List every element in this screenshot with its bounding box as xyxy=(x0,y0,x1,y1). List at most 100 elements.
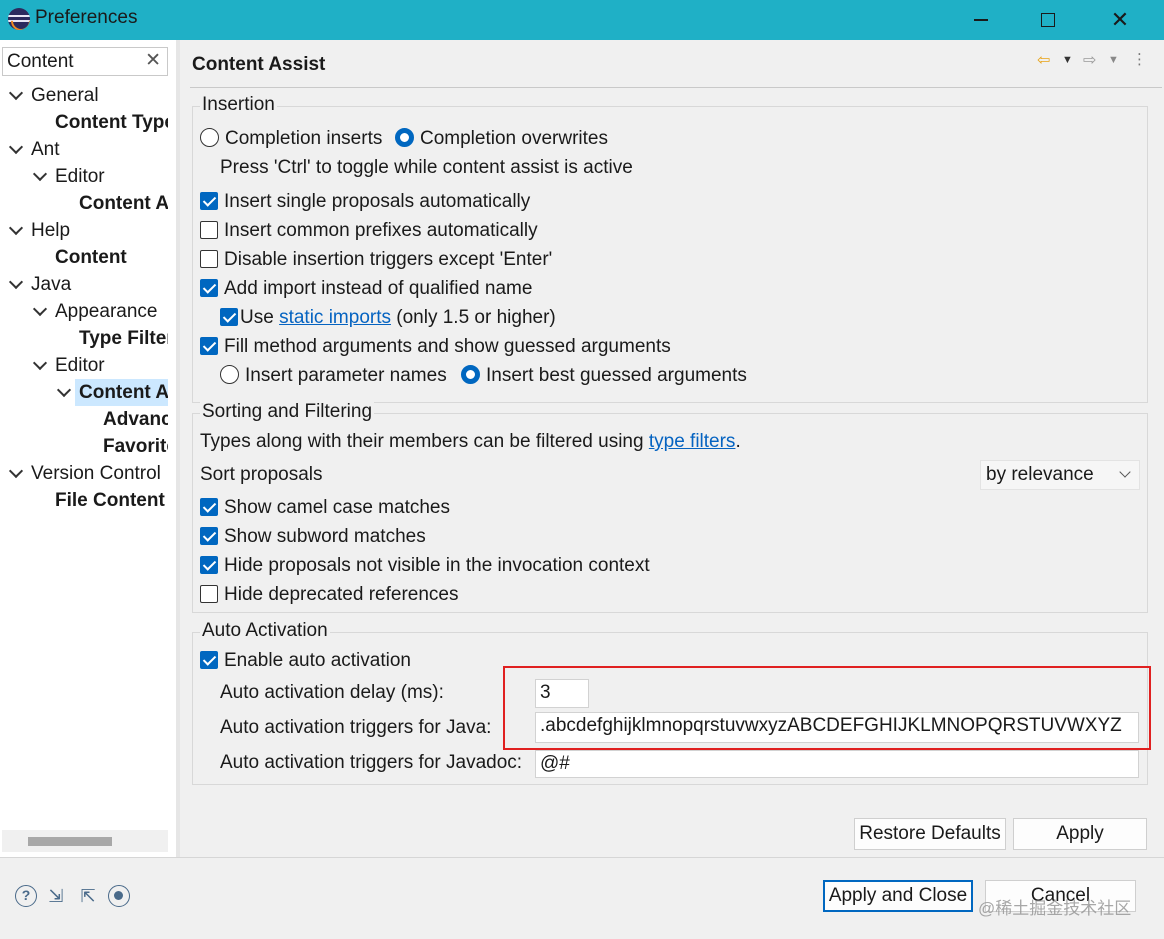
chevron-down-icon xyxy=(32,166,48,182)
clear-filter-icon[interactable]: ✕ xyxy=(145,49,161,72)
insert-single-proposals-checkbox[interactable]: Insert single proposals automatically xyxy=(200,189,530,215)
chevron-down-icon xyxy=(32,355,48,371)
tree-item-ant-content-assist[interactable]: Content Assist xyxy=(0,190,168,217)
apply-and-close-button[interactable]: Apply and Close xyxy=(823,880,973,912)
auto-activation-group-label: Auto Activation xyxy=(200,620,330,642)
insertion-group-label: Insertion xyxy=(200,94,277,116)
checkbox-unchecked-icon xyxy=(200,250,218,268)
radio-selected-icon xyxy=(461,365,480,384)
tree-horizontal-scrollbar[interactable] xyxy=(2,830,168,852)
sorting-group-label: Sorting and Filtering xyxy=(200,401,375,423)
checkbox-checked-icon xyxy=(200,498,218,516)
chevron-down-icon xyxy=(8,85,24,101)
radio-icon xyxy=(200,128,219,147)
sort-proposals-select[interactable]: by relevance xyxy=(980,460,1140,490)
chevron-down-icon xyxy=(56,382,72,398)
tree-item-type-filters[interactable]: Type Filters xyxy=(0,325,168,352)
close-button[interactable]: ✕ xyxy=(1092,0,1148,40)
disable-insertion-triggers-checkbox[interactable]: Disable insertion triggers except 'Enter… xyxy=(200,247,552,273)
highlight-annotation-box xyxy=(503,666,1151,750)
preference-tree-panel: Content ✕ General Content Types Ant Edit… xyxy=(0,40,176,857)
record-icon[interactable] xyxy=(108,885,130,907)
checkbox-checked-icon xyxy=(200,192,218,210)
tree-item-help[interactable]: Help xyxy=(0,217,176,244)
restore-defaults-button[interactable]: Restore Defaults xyxy=(854,818,1006,850)
javadoc-triggers-input[interactable]: @# xyxy=(535,750,1139,778)
tree-item-general[interactable]: General xyxy=(0,82,176,109)
use-static-imports-checkbox[interactable]: Use static imports (only 1.5 or higher) xyxy=(220,305,556,331)
checkbox-unchecked-icon xyxy=(200,585,218,603)
forward-arrow-icon[interactable]: ⇨ xyxy=(1083,50,1096,70)
tree-item-file-content[interactable]: File Content xyxy=(0,487,176,514)
filter-input[interactable]: Content ✕ xyxy=(2,47,168,76)
checkbox-unchecked-icon xyxy=(200,221,218,239)
chevron-down-icon xyxy=(32,301,48,317)
tree-item-ant[interactable]: Ant xyxy=(0,136,176,163)
page-title: Content Assist xyxy=(192,54,326,75)
tree-item-java-content-assist[interactable]: Content Assist xyxy=(0,379,168,406)
sort-proposals-label: Sort proposals xyxy=(200,464,323,485)
insert-best-guessed-radio[interactable]: Insert best guessed arguments xyxy=(461,363,747,389)
export-icon[interactable]: ⇱ xyxy=(77,885,99,907)
type-filters-link[interactable]: type filters xyxy=(649,431,736,452)
minimize-button[interactable] xyxy=(953,0,1009,40)
tree-item-favorites[interactable]: Favorites xyxy=(0,433,168,460)
view-menu-icon[interactable]: ⋮ xyxy=(1132,50,1147,68)
scrollbar-thumb[interactable] xyxy=(28,837,112,846)
eclipse-logo-icon xyxy=(8,8,30,30)
title-bar: Preferences ✕ xyxy=(0,0,1164,40)
tree-item-ant-editor[interactable]: Editor xyxy=(0,163,176,190)
java-triggers-label: Auto activation triggers for Java: xyxy=(220,717,492,738)
apply-button[interactable]: Apply xyxy=(1013,818,1147,850)
title-separator xyxy=(190,87,1162,88)
tree-item-java-appearance[interactable]: Appearance xyxy=(0,298,176,325)
checkbox-checked-icon xyxy=(200,527,218,545)
help-icon[interactable]: ? xyxy=(15,885,37,907)
type-filters-text: Types along with their members can be fi… xyxy=(200,431,741,452)
filter-input-value: Content xyxy=(7,51,74,72)
window-title: Preferences xyxy=(35,7,138,28)
chevron-down-icon xyxy=(8,463,24,479)
insert-common-prefixes-checkbox[interactable]: Insert common prefixes automatically xyxy=(200,218,538,244)
toggle-hint: Press 'Ctrl' to toggle while content ass… xyxy=(220,157,633,178)
hide-not-visible-checkbox[interactable]: Hide proposals not visible in the invoca… xyxy=(200,553,650,579)
back-history-dropdown-icon[interactable]: ▼ xyxy=(1062,54,1073,66)
static-imports-link[interactable]: static imports xyxy=(279,307,391,328)
chevron-down-icon xyxy=(8,274,24,290)
show-subword-checkbox[interactable]: Show subword matches xyxy=(200,524,426,550)
preference-page: Content Assist ⇦ ▼ ⇨ ▼ ⋮ Insertion Compl… xyxy=(180,40,1164,857)
forward-history-dropdown-icon[interactable]: ▼ xyxy=(1108,54,1119,66)
insert-parameter-names-radio[interactable]: Insert parameter names xyxy=(220,363,447,389)
completion-overwrites-radio[interactable]: Completion overwrites xyxy=(395,126,608,152)
tree-item-java-editor[interactable]: Editor xyxy=(0,352,176,379)
chevron-down-icon xyxy=(8,220,24,236)
maximize-button[interactable] xyxy=(1020,0,1076,40)
back-arrow-icon[interactable]: ⇦ xyxy=(1037,50,1050,70)
chevron-down-icon xyxy=(1119,466,1131,478)
hide-deprecated-checkbox[interactable]: Hide deprecated references xyxy=(200,582,458,608)
tree-item-java[interactable]: Java xyxy=(0,271,176,298)
add-import-checkbox[interactable]: Add import instead of qualified name xyxy=(200,276,532,302)
completion-inserts-radio[interactable]: Completion inserts xyxy=(200,126,382,152)
tree-item-help-content[interactable]: Content xyxy=(0,244,168,271)
enable-auto-activation-checkbox[interactable]: Enable auto activation xyxy=(200,648,411,674)
tree-item-advanced[interactable]: Advanced xyxy=(0,406,168,433)
checkbox-checked-icon xyxy=(200,279,218,297)
checkbox-checked-icon xyxy=(200,651,218,669)
tree-item-version-control[interactable]: Version Control xyxy=(0,460,176,487)
fill-method-arguments-checkbox[interactable]: Fill method arguments and show guessed a… xyxy=(200,334,671,360)
checkbox-checked-icon xyxy=(200,556,218,574)
checkbox-checked-icon xyxy=(220,308,238,326)
javadoc-triggers-label: Auto activation triggers for Javadoc: xyxy=(220,752,523,773)
minimize-icon xyxy=(974,19,988,21)
radio-selected-icon xyxy=(395,128,414,147)
checkbox-checked-icon xyxy=(200,337,218,355)
close-icon: ✕ xyxy=(1110,7,1130,32)
maximize-icon xyxy=(1041,13,1055,27)
import-icon[interactable]: ⇲ xyxy=(45,885,67,907)
show-camel-case-checkbox[interactable]: Show camel case matches xyxy=(200,495,450,521)
watermark: @稀土掘金技术社区 xyxy=(978,899,1132,918)
chevron-down-icon xyxy=(8,139,24,155)
dialog-button-bar: ? ⇲ ⇱ Apply and Close Cancel @稀土掘金技术社区 xyxy=(0,857,1164,939)
tree-item-content-types[interactable]: Content Types xyxy=(0,109,168,136)
